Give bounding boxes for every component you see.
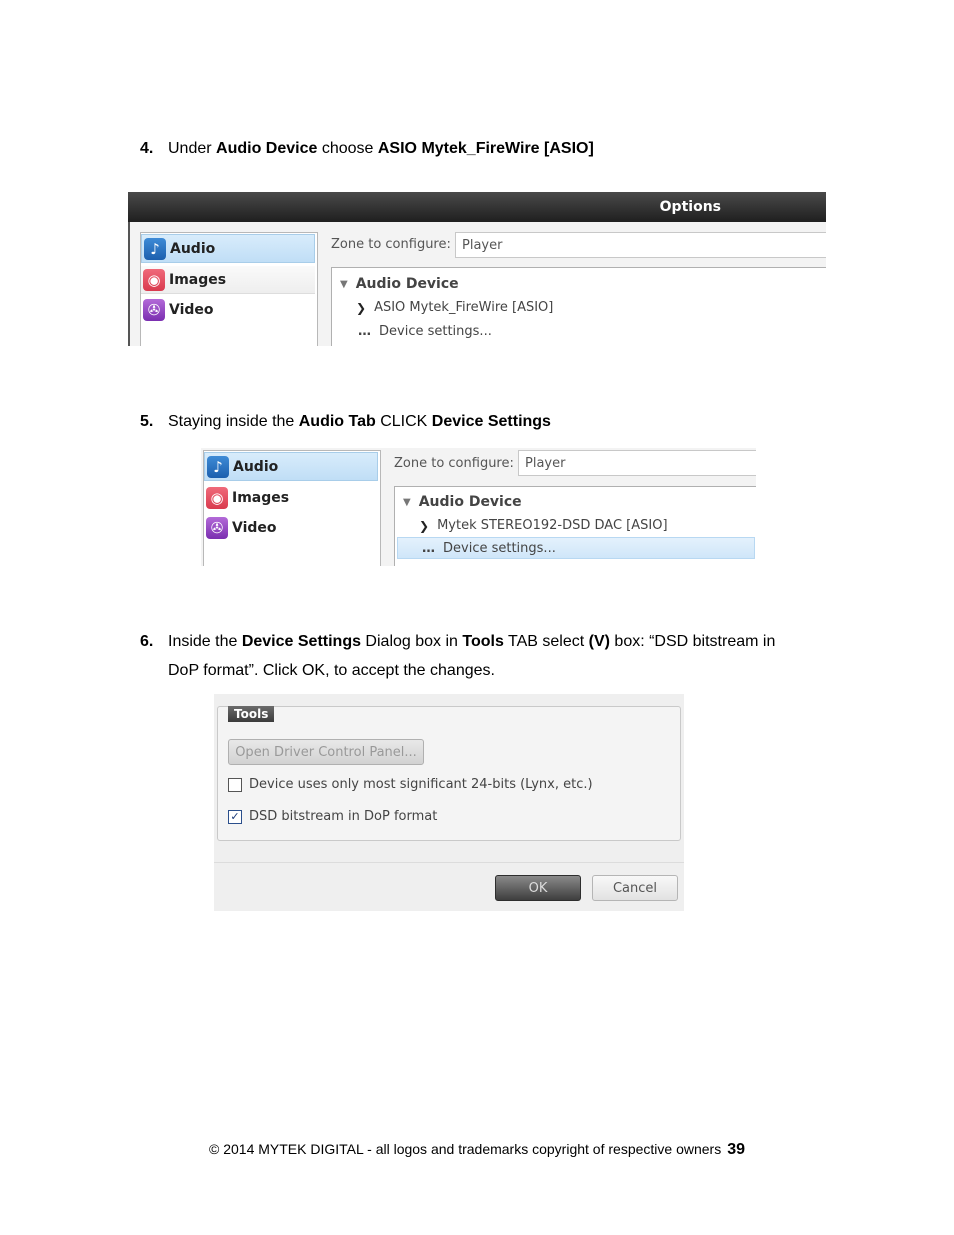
ok-button[interactable]: OK bbox=[495, 875, 581, 901]
step-number: 4. bbox=[140, 140, 154, 157]
sidebar-item-label: Images bbox=[232, 489, 290, 506]
step-text-run: (V) bbox=[588, 633, 610, 650]
device-name: Mytek STEREO192-DSD DAC [ASIO] bbox=[437, 518, 668, 533]
zone-select[interactable]: Player bbox=[455, 232, 826, 258]
ellipsis-icon: … bbox=[422, 540, 435, 556]
chevron-down-icon: ❯ bbox=[419, 518, 430, 533]
sidebar-item-label: Images bbox=[169, 271, 227, 288]
film-camera-icon: ✇ bbox=[206, 516, 228, 539]
zone-value: Player bbox=[525, 455, 566, 471]
ok-label: OK bbox=[528, 880, 548, 896]
collapse-arrow-icon: ▼ bbox=[403, 496, 411, 508]
cancel-button[interactable]: Cancel bbox=[592, 875, 678, 901]
option-label: Device uses only most significant 24-bit… bbox=[249, 777, 593, 792]
step-text-run: TAB select bbox=[503, 633, 589, 650]
option-row-24bit[interactable]: Device uses only most significant 24-bit… bbox=[228, 777, 593, 792]
section-title: Audio Device bbox=[355, 276, 459, 292]
step-6-line2: DoP format”. Click OK, to accept the cha… bbox=[168, 662, 495, 679]
driver-button-label: Open Driver Control Panel... bbox=[235, 744, 417, 760]
option-label: DSD bitstream in DoP format bbox=[249, 809, 438, 824]
step-text-run: Under bbox=[168, 140, 217, 157]
sidebar-item-label: Video bbox=[232, 519, 277, 536]
step-number: 6. bbox=[140, 633, 154, 650]
zone-label: Zone to configure: bbox=[394, 456, 514, 471]
step-6-text: Inside the Device Settings Dialog box in… bbox=[168, 633, 775, 650]
step-text-run: choose bbox=[317, 140, 378, 157]
ellipsis-icon: … bbox=[358, 324, 371, 339]
tools-group: Tools Open Driver Control Panel... Devic… bbox=[217, 706, 681, 841]
audio-device-header[interactable]: ▼ Audio Device bbox=[403, 494, 522, 510]
sidebar-item-images[interactable]: ◉ Images bbox=[141, 266, 315, 294]
step-text-run: ASIO Mytek_FireWire [ASIO] bbox=[377, 140, 594, 157]
step-5-text: Staying inside the Audio Tab CLICK Devic… bbox=[168, 413, 551, 430]
step-text-run: Inside the bbox=[168, 633, 242, 650]
sidebar-item-video[interactable]: ✇ Video bbox=[204, 514, 378, 541]
window-title: Options bbox=[659, 199, 721, 215]
options-screenshot-2: ♪ Audio ◉ Images ✇ Video Zone to configure:… bbox=[201, 448, 756, 566]
sidebar-item-label: Audio bbox=[233, 458, 279, 475]
device-settings-screenshot: Tools Open Driver Control Panel... Devic… bbox=[214, 694, 684, 911]
music-note-icon: ♪ bbox=[144, 237, 166, 260]
sidebar: ♪ Audio ◉ Images ✇ Video bbox=[203, 450, 381, 566]
step-4: 4. Under Audio Device choose ASIO Mytek_F… bbox=[140, 134, 594, 163]
checkbox-checked[interactable]: ✓ bbox=[228, 809, 242, 824]
step-5: 5. Staying inside the Audio Tab CLICK Dev… bbox=[140, 407, 551, 436]
divider bbox=[214, 862, 684, 863]
cancel-label: Cancel bbox=[612, 880, 658, 896]
device-settings-link[interactable]: … Device settings... bbox=[397, 537, 755, 559]
options-title-bar: Options bbox=[128, 192, 826, 222]
sidebar-item-video[interactable]: ✇ Video bbox=[141, 296, 315, 323]
sidebar-item-label: Video bbox=[169, 301, 214, 318]
copyright-text: © 2014 MYTEK DIGITAL - all logos and tra… bbox=[209, 1141, 722, 1157]
device-option[interactable]: ❯ ASIO Mytek_FireWire [ASIO] bbox=[356, 300, 553, 315]
left-edge bbox=[128, 222, 130, 346]
zone-value: Player bbox=[462, 237, 503, 253]
settings-label: Device settings... bbox=[379, 324, 492, 339]
device-name: ASIO Mytek_FireWire [ASIO] bbox=[374, 300, 554, 315]
step-text-run: box: “DSD bitstream in bbox=[609, 633, 776, 650]
step-text-run: CLICK bbox=[375, 413, 432, 430]
step-text-run: Dialog box in bbox=[360, 633, 463, 650]
step-text-run: Device Settings bbox=[431, 413, 551, 430]
step-text-run: Tools bbox=[462, 633, 504, 650]
tab-tools[interactable]: Tools bbox=[228, 706, 275, 722]
audio-device-header[interactable]: ▼ Audio Device bbox=[340, 276, 459, 292]
section-title: Audio Device bbox=[418, 494, 522, 510]
zone-select[interactable]: Player bbox=[518, 450, 756, 476]
sidebar-item-label: Audio bbox=[170, 240, 216, 257]
audio-device-panel: ▼ Audio Device ❯ ASIO Mytek_FireWire [ASIO… bbox=[331, 267, 826, 346]
options-screenshot-1: Options ♪ Audio ◉ Images ✇ Video Zone to co… bbox=[128, 192, 826, 346]
step-text-run: Staying inside the bbox=[168, 413, 299, 430]
step-4-text: Under Audio Device choose ASIO Mytek_Fir… bbox=[168, 140, 594, 157]
step-number: 5. bbox=[140, 413, 154, 430]
step-text-run: Device Settings bbox=[241, 633, 361, 650]
camera-icon: ◉ bbox=[143, 268, 165, 291]
device-settings-link[interactable]: … Device settings... bbox=[358, 324, 492, 339]
sidebar-item-audio[interactable]: ♪ Audio bbox=[204, 452, 378, 481]
option-row-dop[interactable]: ✓ DSD bitstream in DoP format bbox=[228, 809, 437, 824]
settings-label: Device settings... bbox=[443, 540, 556, 556]
page-number: 39 bbox=[727, 1141, 745, 1158]
chevron-down-icon: ❯ bbox=[356, 300, 367, 315]
step-text-run: Audio Device bbox=[216, 140, 318, 157]
camera-icon: ◉ bbox=[206, 486, 228, 509]
sidebar-item-images[interactable]: ◉ Images bbox=[204, 484, 378, 511]
checkbox-unchecked[interactable] bbox=[228, 777, 242, 792]
film-camera-icon: ✇ bbox=[143, 298, 165, 321]
open-driver-control-panel-button[interactable]: Open Driver Control Panel... bbox=[228, 739, 424, 765]
sidebar-item-audio[interactable]: ♪ Audio bbox=[141, 234, 315, 263]
page-footer: © 2014 MYTEK DIGITAL - all logos and tra… bbox=[0, 1141, 954, 1159]
collapse-arrow-icon: ▼ bbox=[340, 278, 348, 290]
audio-device-panel: ▼ Audio Device ❯ Mytek STEREO192-DSD DAC [… bbox=[394, 486, 756, 566]
step-6: 6. Inside the Device Settings Dialog box … bbox=[140, 627, 842, 685]
step-text-run: Audio Tab bbox=[298, 413, 376, 430]
device-option[interactable]: ❯ Mytek STEREO192-DSD DAC [ASIO] bbox=[419, 518, 668, 533]
music-note-icon: ♪ bbox=[207, 455, 229, 478]
zone-label: Zone to configure: bbox=[331, 237, 451, 252]
sidebar: ♪ Audio ◉ Images ✇ Video bbox=[140, 232, 318, 346]
